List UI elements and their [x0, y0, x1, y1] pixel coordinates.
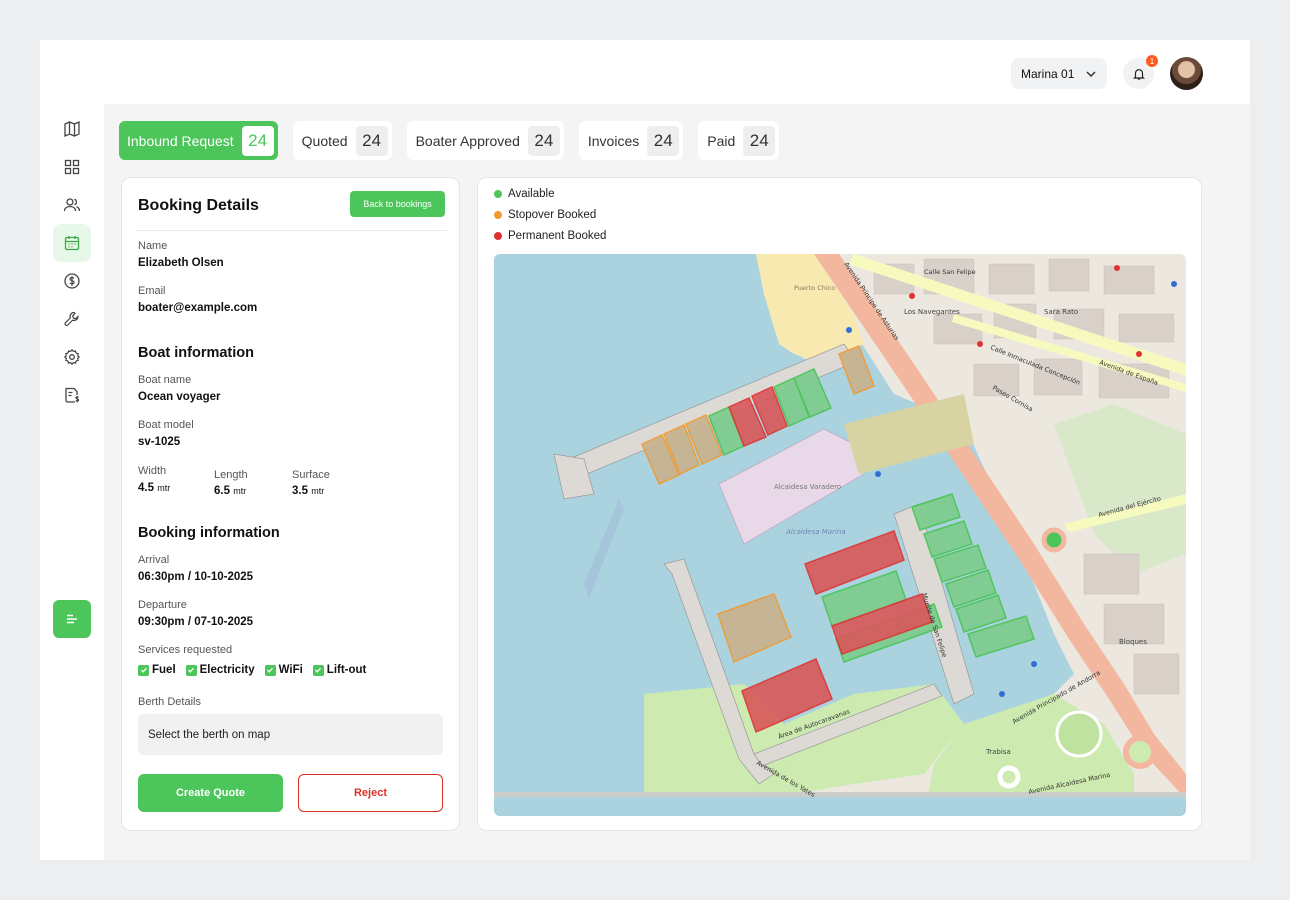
tab-label: Paid	[707, 132, 736, 149]
email-value: boater@example.com	[138, 302, 258, 314]
map-label-san-felipe: Calle San Felipe	[924, 268, 976, 276]
name-label: Name	[138, 240, 168, 252]
sidebar-item-bookings[interactable]	[53, 224, 91, 262]
surface-label: Surface	[292, 469, 330, 481]
tab-inbound-request[interactable]: Inbound Request 24	[119, 121, 278, 160]
map-label-puerto: Puerto Chico	[794, 284, 835, 292]
legend-permanent: Permanent Booked	[494, 230, 606, 242]
berth-input[interactable]: Select the berth on map	[138, 714, 443, 755]
sidebar-item-settings[interactable]	[53, 338, 91, 376]
notification-badge: 1	[1146, 55, 1158, 67]
boat-model-value: sv-1025	[138, 436, 181, 448]
map-label-sara-rato: Sara Rato	[1044, 308, 1078, 316]
checkbox-checked-icon[interactable]	[138, 664, 149, 676]
wrench-icon	[64, 311, 79, 327]
marina-map[interactable]: Puerto Chico Alcaidesa Varadero Alcaides…	[494, 254, 1186, 816]
divider	[136, 230, 447, 231]
calendar-icon	[64, 236, 80, 251]
service-electricity[interactable]: Electricity	[185, 664, 255, 676]
map-label-marina: Alcaidesa Marina	[785, 528, 846, 536]
legend-dot	[494, 232, 502, 240]
tab-boater-approved[interactable]: Boater Approved 24	[406, 121, 564, 160]
boat-section-title: Boat information	[138, 345, 254, 361]
sidebar-item-maintenance[interactable]	[53, 300, 91, 338]
users-icon	[63, 198, 81, 212]
tab-count: 24	[527, 125, 560, 156]
invoice-icon	[65, 387, 80, 403]
tab-label: Inbound Request	[127, 132, 234, 149]
width-label: Width	[138, 465, 167, 477]
panel-title: Booking Details	[138, 197, 259, 214]
booking-details-panel: Booking Details Back to bookings Name El…	[121, 177, 460, 831]
create-quote-button[interactable]: Create Quote	[138, 774, 283, 812]
checkbox-checked-icon[interactable]	[185, 664, 197, 676]
gear-icon	[63, 348, 81, 366]
marina-select[interactable]: Marina 01	[1011, 58, 1107, 89]
checkbox-checked-icon[interactable]	[264, 664, 276, 676]
email-label: Email	[138, 285, 166, 297]
grid-icon	[64, 159, 80, 175]
avatar[interactable]	[1170, 57, 1203, 90]
legend-stopover: Stopover Booked	[494, 209, 596, 221]
reject-button[interactable]: Reject	[298, 774, 443, 812]
sidebar	[40, 104, 104, 860]
tab-count: 24	[647, 125, 680, 156]
map-panel: Available Stopover Booked Permanent Book…	[477, 177, 1202, 831]
tab-quoted[interactable]: Quoted 24	[292, 121, 392, 160]
top-bar: Marina 01 1	[40, 40, 1250, 104]
sidebar-item-invoices[interactable]	[53, 376, 91, 414]
boat-model-label: Boat model	[138, 419, 194, 431]
menu-lines-icon	[67, 614, 77, 624]
tab-label: Boater Approved	[415, 132, 520, 149]
marina-select-label: Marina 01	[1021, 66, 1075, 81]
tab-label: Quoted	[301, 132, 348, 149]
surface-value: 3.5 mtr	[292, 485, 325, 497]
map-label-los-navegantes: Los Navegantes	[904, 308, 960, 316]
boat-name-value: Ocean voyager	[138, 391, 221, 403]
arrival-value: 06:30pm / 10-10-2025	[138, 571, 254, 583]
sidebar-item-users[interactable]	[53, 186, 91, 224]
arrival-label: Arrival	[138, 554, 170, 566]
service-wifi[interactable]: WiFi	[264, 664, 303, 676]
legend-dot	[494, 190, 502, 198]
service-lift-out[interactable]: Lift-out	[312, 664, 366, 676]
legend-available: Available	[494, 188, 554, 200]
back-to-bookings-button[interactable]: Back to bookings	[350, 191, 445, 217]
map-label-bloques: Bloques	[1119, 638, 1147, 646]
length-label: Length	[214, 469, 248, 481]
map-label-trabisa: Trabisa	[985, 748, 1011, 756]
map-icon	[64, 120, 80, 138]
services-list: Fuel Electricity WiFi Lift-out	[138, 664, 366, 676]
services-label: Services requested	[138, 644, 233, 656]
tab-paid[interactable]: Paid 24	[698, 121, 780, 160]
tab-count: 24	[241, 125, 274, 156]
length-value: 6.5 mtr	[214, 485, 247, 497]
tab-label: Invoices	[587, 132, 640, 149]
tab-count: 24	[743, 125, 776, 156]
departure-value: 09:30pm / 07-10-2025	[138, 616, 254, 628]
app-window: Marina 01 1 Inbound Request 24 Quoted 24…	[40, 40, 1250, 860]
tab-invoices[interactable]: Invoices 24	[578, 121, 684, 160]
checkbox-checked-icon[interactable]	[312, 664, 324, 676]
sidebar-item-payments[interactable]	[53, 262, 91, 300]
booking-section-title: Booking information	[138, 525, 280, 541]
boat-name-label: Boat name	[138, 374, 192, 386]
sidebar-item-map[interactable]	[53, 110, 91, 148]
legend-dot	[494, 211, 502, 219]
chevron-down-icon	[1086, 71, 1096, 78]
departure-label: Departure	[138, 599, 187, 611]
dollar-circle-icon	[64, 273, 80, 289]
berth-label: Berth Details	[138, 696, 201, 708]
name-value: Elizabeth Olsen	[138, 257, 224, 269]
collapse-menu-button[interactable]	[53, 600, 91, 638]
bell-icon	[1132, 68, 1145, 80]
service-fuel[interactable]: Fuel	[138, 664, 176, 676]
width-value: 4.5 mtr	[138, 482, 171, 494]
map-label-varadero: Alcaidesa Varadero	[774, 483, 841, 491]
status-tabs: Inbound Request 24 Quoted 24 Boater Appr…	[119, 121, 780, 160]
tab-count: 24	[355, 125, 388, 156]
sidebar-item-dashboard[interactable]	[53, 148, 91, 186]
